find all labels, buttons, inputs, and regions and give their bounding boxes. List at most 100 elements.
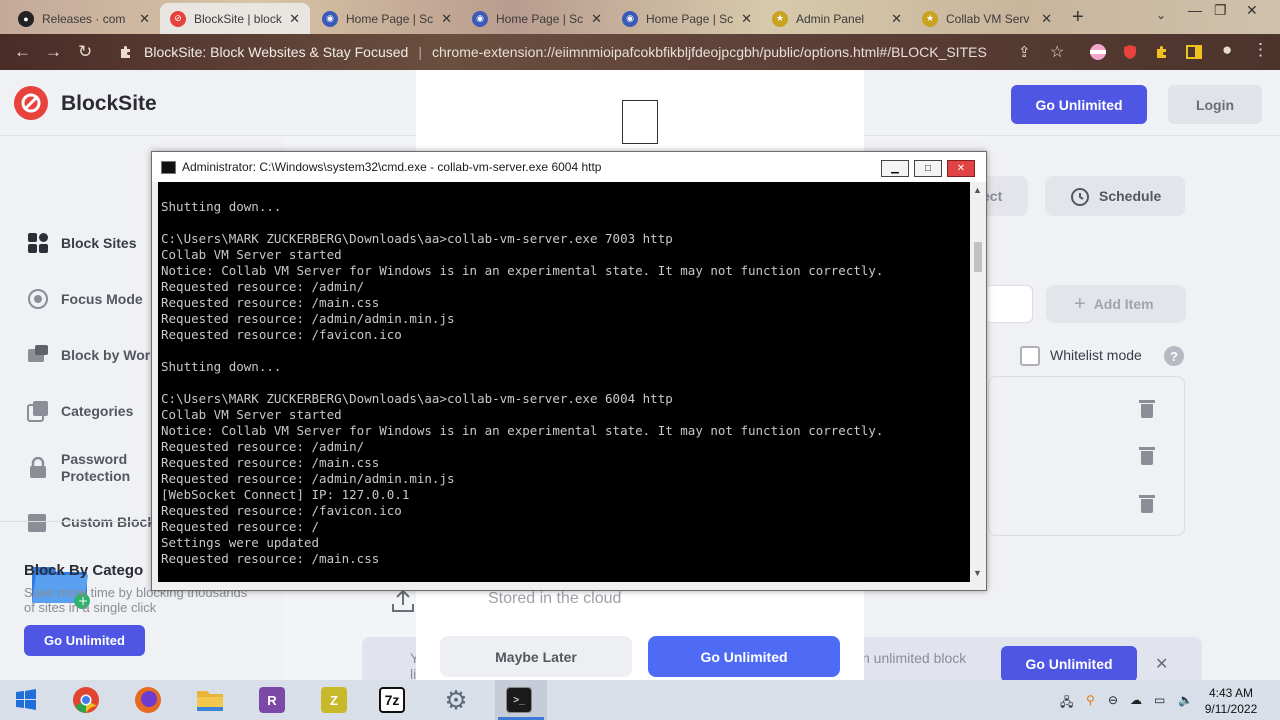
close-icon[interactable]: ✕ [289, 11, 300, 27]
help-icon[interactable]: ? [1164, 346, 1184, 366]
sidebar-item-focus-mode[interactable]: Focus Mode [26, 285, 143, 313]
chrome-taskbar-button[interactable] [64, 684, 108, 716]
login-button[interactable]: Login [1168, 85, 1262, 124]
trash-icon[interactable] [1139, 447, 1155, 465]
lock-icon [26, 456, 50, 480]
menu-kebab-icon[interactable]: ⋮ [1252, 40, 1269, 60]
scroll-up-icon[interactable]: ▲ [973, 185, 982, 195]
sidebar-item-label: Block by Wor [61, 347, 151, 363]
tab-home-page-2[interactable]: ◉ Home Page | Sc ✕ [462, 3, 612, 34]
minimize-icon[interactable]: — [1188, 2, 1202, 18]
shield-icon[interactable] [1122, 44, 1138, 60]
profile-flag-icon[interactable] [1090, 44, 1106, 60]
trash-icon[interactable] [1139, 400, 1155, 418]
tab-title: Releases · com [42, 11, 126, 26]
tab-home-page-3[interactable]: ◉ Home Page | Sc ✕ [612, 3, 762, 34]
new-tab-icon[interactable]: + [1072, 6, 1084, 29]
forward-icon[interactable]: → [45, 42, 62, 62]
cmd-scrollbar[interactable]: ▲ ▼ [970, 182, 986, 582]
chrome-icon [73, 687, 99, 713]
close-icon[interactable]: ✕ [139, 11, 150, 27]
chevron-down-icon[interactable]: ⌄ [1156, 8, 1166, 22]
onedrive-icon[interactable]: ☁ [1130, 693, 1142, 707]
cmd-window[interactable]: Administrator: C:\Windows\system32\cmd.e… [151, 151, 987, 591]
cmd-taskbar-button[interactable]: >_ [497, 684, 541, 716]
maybe-later-button[interactable]: Maybe Later [440, 636, 632, 677]
collab-icon: ★ [922, 10, 938, 27]
close-button[interactable]: ✕ [947, 160, 975, 177]
close-icon[interactable]: ✕ [741, 11, 752, 27]
maximize-button[interactable]: □ [914, 160, 942, 177]
settings-taskbar-button[interactable]: ⚙ [434, 684, 478, 716]
browser-toolbar: ← → ↻ BlockSite: Block Websites & Stay F… [0, 34, 1280, 70]
tab-admin-panel[interactable]: ★ Admin Panel ✕ [762, 3, 912, 34]
tab-releases[interactable]: ● Releases · com ✕ [8, 3, 160, 34]
close-icon[interactable]: ✕ [1041, 11, 1052, 27]
url-text: chrome-extension://eiimnmioipafcokbfikbl… [431, 44, 987, 60]
sidebar-item-block-by-words[interactable]: Block by Wor [26, 341, 150, 369]
system-clock[interactable]: 4:43 AM 9/11/2022 [1196, 685, 1266, 717]
banner-text: n unlimited block [862, 650, 967, 666]
close-icon[interactable]: ✕ [891, 11, 902, 27]
minimize-button[interactable]: ▁ [881, 160, 909, 177]
schedule-tab[interactable]: Schedule [1045, 176, 1185, 216]
side-panel-icon[interactable] [1186, 44, 1202, 60]
page-title: BlockSite: Block Websites & Stay Focused [144, 44, 409, 60]
cmd-console[interactable]: Shutting down... C:\Users\MARK ZUCKERBER… [158, 182, 970, 582]
display-icon[interactable]: ▭ [1154, 693, 1165, 707]
blocksite-logo-icon [14, 86, 48, 120]
sidebar-item-block-sites[interactable]: Block Sites [26, 229, 136, 257]
tab-title: Home Page | Sc [646, 11, 734, 26]
tray-icon[interactable]: ⊖ [1108, 693, 1118, 707]
close-window-icon[interactable]: ✕ [1246, 2, 1258, 19]
url-input-edge[interactable] [988, 285, 1033, 323]
promo-go-unlimited-button[interactable]: Go Unlimited [24, 625, 145, 656]
clock-date: 9/11/2022 [1204, 702, 1258, 716]
sidebar-item-password-protection[interactable]: Password Protection [26, 448, 130, 488]
modal-cloud-text: Stored in the cloud [488, 590, 622, 607]
add-item-button[interactable]: + Add Item [1046, 285, 1186, 323]
network-tray-icon[interactable]: 🖧 [1060, 693, 1073, 714]
sidebar-item-custom-block[interactable]: Custom Block [26, 509, 155, 535]
tab-home-page-1[interactable]: ◉ Home Page | Sc ✕ [312, 3, 462, 34]
sidebar-item-label: Password Protection [61, 451, 131, 484]
share-icon[interactable]: ⇪ [1018, 43, 1031, 61]
tab-title: Admin Panel [796, 11, 865, 26]
rufus-taskbar-button[interactable]: R [250, 684, 294, 716]
scroll-thumb[interactable] [974, 242, 982, 272]
modal-go-unlimited-button[interactable]: Go Unlimited [648, 636, 840, 677]
back-icon[interactable]: ← [14, 42, 31, 62]
admin-icon: ★ [772, 10, 788, 27]
volume-icon[interactable]: 🔈 [1178, 693, 1193, 707]
whitelist-checkbox[interactable] [1020, 346, 1040, 366]
github-icon: ● [18, 10, 34, 27]
rufus-icon: R [259, 687, 285, 713]
address-bar[interactable]: BlockSite: Block Websites & Stay Focused… [106, 38, 1086, 66]
bookmark-star-icon[interactable]: ☆ [1050, 42, 1064, 62]
close-icon[interactable]: ✕ [591, 11, 602, 27]
file-explorer-taskbar-button[interactable] [188, 684, 232, 716]
scroll-down-icon[interactable]: ▼ [973, 568, 982, 578]
firefox-taskbar-button[interactable] [126, 684, 170, 716]
trash-icon[interactable] [1139, 495, 1155, 513]
restore-icon[interactable]: ❐ [1214, 2, 1227, 19]
zotero-taskbar-button[interactable]: Z [312, 684, 356, 716]
tab-collab-vm[interactable]: ★ Collab VM Serv ✕ [912, 3, 1062, 34]
close-icon[interactable]: ✕ [1155, 654, 1168, 674]
banner-go-unlimited-button[interactable]: Go Unlimited [1001, 646, 1137, 682]
search-tray-icon[interactable]: ⚲ [1086, 693, 1095, 707]
cmd-icon [161, 160, 176, 174]
start-button[interactable] [4, 684, 48, 716]
close-icon[interactable]: ✕ [441, 11, 452, 27]
reload-icon[interactable]: ↻ [78, 42, 92, 62]
7zip-taskbar-button[interactable]: 7z [370, 684, 414, 716]
tab-title: Home Page | Sc [346, 11, 434, 26]
puzzle-icon[interactable] [1154, 44, 1170, 60]
profile-avatar-icon[interactable]: ● [1222, 40, 1232, 60]
tab-blocksite[interactable]: ⊘ BlockSite | block ✕ [160, 3, 310, 34]
cmd-title-bar[interactable]: Administrator: C:\Windows\system32\cmd.e… [152, 152, 986, 182]
sidebar-item-categories[interactable]: Categories [26, 397, 133, 425]
go-unlimited-button[interactable]: Go Unlimited [1011, 85, 1147, 124]
brand-name: BlockSite [61, 92, 157, 115]
blocksite-icon: ⊘ [170, 10, 186, 27]
